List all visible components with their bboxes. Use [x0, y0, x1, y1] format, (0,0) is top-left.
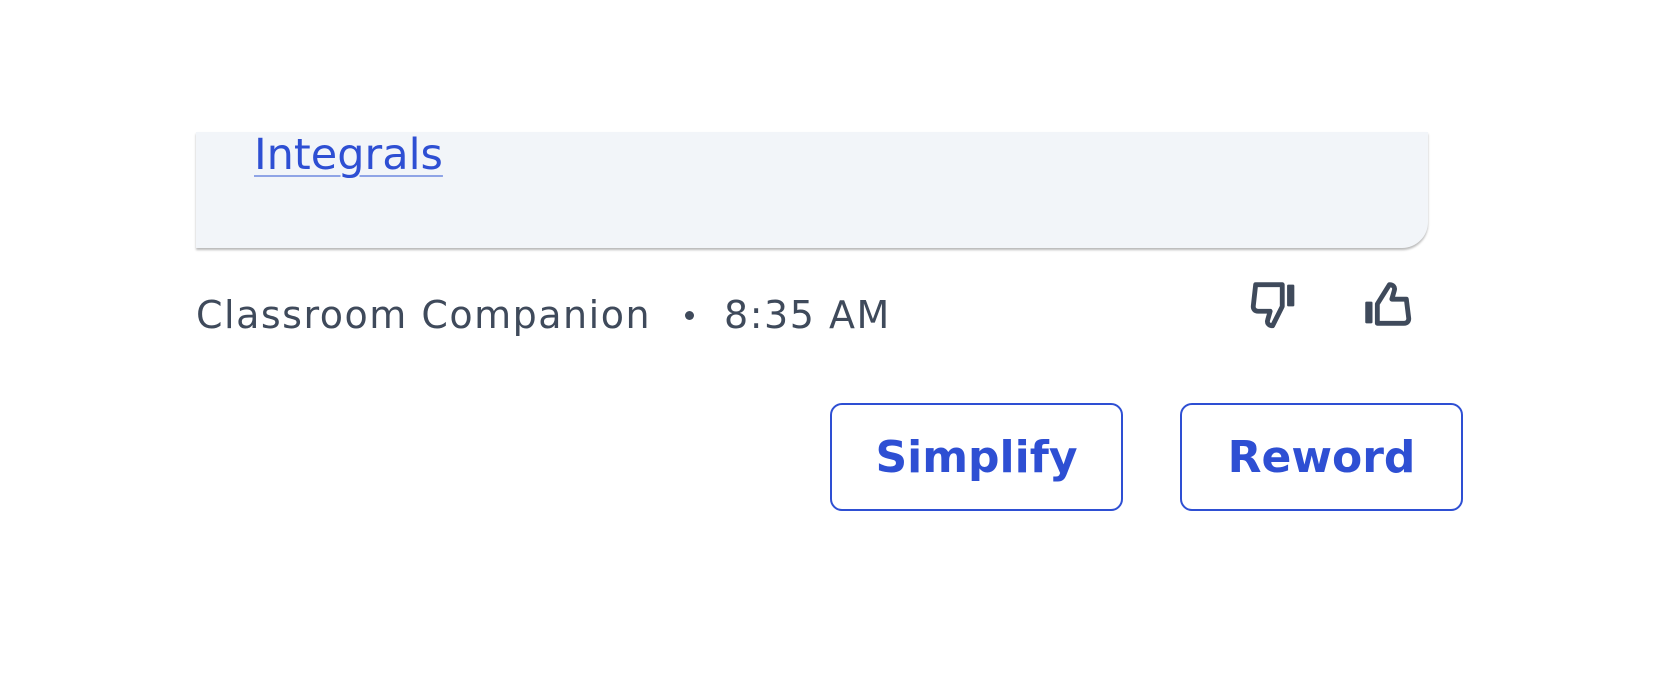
simplify-button[interactable]: Simplify: [830, 403, 1123, 511]
reword-button[interactable]: Reword: [1180, 403, 1463, 511]
thumbs-up-icon: [1365, 282, 1412, 326]
chat-view: Integrals Classroom Companion 8:35 AM Si…: [0, 0, 1669, 694]
message-meta: Classroom Companion 8:35 AM: [196, 290, 891, 340]
thumbs-down-icon: [1250, 282, 1295, 329]
bot-message-card: Integrals: [196, 132, 1428, 248]
integrals-link[interactable]: Integrals: [254, 132, 443, 178]
sender-name: Classroom Companion: [196, 293, 652, 337]
thumbs-down-button[interactable]: [1243, 272, 1307, 336]
message-timestamp: 8:35 AM: [724, 293, 891, 337]
separator-dot: [685, 310, 695, 320]
thumbs-up-button[interactable]: [1355, 272, 1419, 336]
